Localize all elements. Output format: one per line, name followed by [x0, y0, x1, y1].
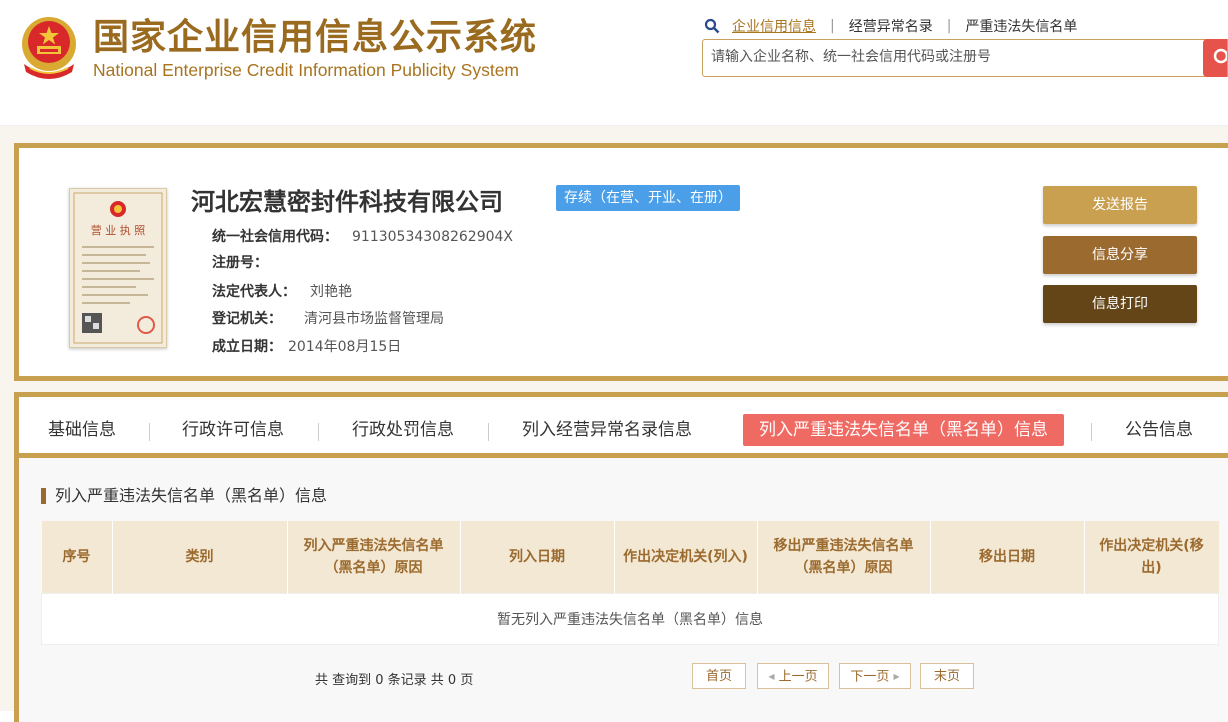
search-box [702, 39, 1228, 77]
send-report-button[interactable]: 发送报告 [1043, 186, 1197, 224]
field-value: 刘艳艳 [310, 284, 352, 300]
field-value: 清河县市场监督管理局 [304, 311, 444, 327]
top-nav: 企业信用信息 | 经营异常名录 | 严重违法失信名单 [704, 16, 1077, 36]
column-header: 作出决定机关(列入) [614, 521, 758, 594]
print-info-button[interactable]: 信息打印 [1043, 285, 1197, 323]
field-label: 登记机关： [212, 311, 282, 327]
site-title-cn: 国家企业信用信息公示系统 [93, 17, 538, 58]
nav-credit-info-link[interactable]: 企业信用信息 [732, 16, 816, 36]
column-header: 移出日期 [930, 521, 1085, 594]
next-page-button[interactable]: 下一页 ▶ [839, 663, 911, 689]
column-header: 作出决定机关(移出) [1084, 521, 1219, 594]
tab-abnormal-list[interactable]: 列入经营异常名录信息 [522, 414, 692, 446]
tab-separator [149, 423, 150, 441]
tab-separator [1091, 423, 1092, 441]
site-title-en: National Enterprise Credit Information P… [93, 60, 520, 80]
field-value: 2014年08月15日 [288, 339, 402, 355]
tab-admin-license[interactable]: 行政许可信息 [182, 414, 284, 446]
company-info-card: 营 业 执 照 河北宏慧密封件科技有限公司 存续（在营、开业、在册） 统一社会信… [14, 143, 1228, 381]
nav-abnormal-list-link[interactable]: 经营异常名录 [849, 16, 933, 36]
site-header: 国家企业信用信息公示系统 National Enterprise Credit … [0, 0, 1228, 126]
column-header: 类别 [112, 521, 288, 594]
search-button[interactable] [1203, 39, 1228, 77]
search-input[interactable] [703, 40, 1209, 74]
company-name: 河北宏慧密封件科技有限公司 [191, 188, 503, 216]
license-document-icon: 营 业 执 照 [73, 192, 163, 344]
info-credit-code: 统一社会信用代码： 91130534308262904X [212, 226, 513, 246]
status-badge: 存续（在营、开业、在册） [556, 185, 740, 211]
chevron-left-icon: ◀ [768, 672, 775, 681]
field-label: 成立日期： [212, 339, 282, 355]
info-reg-authority: 登记机关： 清河县市场监督管理局 [212, 308, 444, 328]
nav-separator: | [946, 18, 952, 34]
column-header: 序号 [41, 521, 113, 594]
search-icon [1213, 48, 1228, 64]
business-license-image[interactable]: 营 业 执 照 [69, 188, 167, 348]
detail-card: 基础信息 行政许可信息 行政处罚信息 列入经营异常名录信息 列入严重违法失信名单… [14, 392, 1228, 722]
field-label: 统一社会信用代码： [212, 229, 338, 245]
table-header-row: 序号 类别 列入严重违法失信名单（黑名单）原因 列入日期 作出决定机关(列入) … [41, 521, 1219, 594]
section-title: 列入严重违法失信名单（黑名单）信息 [41, 488, 327, 504]
nav-separator: | [830, 18, 835, 34]
field-value: 91130534308262904X [352, 229, 514, 245]
tab-bar: 基础信息 行政许可信息 行政处罚信息 列入经营异常名录信息 列入严重违法失信名单… [19, 397, 1228, 458]
national-emblem-icon [22, 17, 76, 79]
share-info-button[interactable]: 信息分享 [1043, 236, 1197, 274]
blacklist-panel: 列入严重违法失信名单（黑名单）信息 序号 类别 列入严重违法失信名单（黑名单）原… [19, 458, 1228, 722]
tab-basic-info[interactable]: 基础信息 [48, 414, 116, 446]
field-label: 注册号： [212, 255, 268, 271]
last-page-button[interactable]: 末页 [920, 663, 974, 689]
prev-page-button[interactable]: ◀ 上一页 [757, 663, 829, 689]
column-header: 移出严重违法失信名单（黑名单）原因 [757, 521, 931, 594]
search-icon [704, 18, 720, 34]
info-established-date: 成立日期： 2014年08月15日 [212, 336, 401, 356]
tab-admin-penalty[interactable]: 行政处罚信息 [352, 414, 454, 446]
tab-separator [318, 423, 319, 441]
pager-summary: 共 查询到 0 条记录 共 0 页 [315, 673, 474, 688]
field-label: 法定代表人： [212, 284, 296, 300]
tab-separator [488, 423, 489, 441]
blacklist-table: 序号 类别 列入严重违法失信名单（黑名单）原因 列入日期 作出决定机关(列入) … [41, 521, 1219, 645]
tab-announcements[interactable]: 公告信息 [1125, 414, 1193, 446]
tab-blacklist[interactable]: 列入严重违法失信名单（黑名单）信息 [743, 414, 1064, 446]
next-page-label: 下一页 [850, 669, 890, 685]
info-reg-number: 注册号： [212, 252, 282, 272]
column-header: 列入严重违法失信名单（黑名单）原因 [287, 521, 461, 594]
empty-message: 暂无列入严重违法失信名单（黑名单）信息 [41, 593, 1219, 645]
prev-page-label: 上一页 [778, 669, 818, 685]
info-legal-rep: 法定代表人： 刘艳艳 [212, 281, 352, 301]
chevron-right-icon: ▶ [893, 672, 900, 681]
nav-blacklist-link[interactable]: 严重违法失信名单 [965, 16, 1077, 36]
first-page-button[interactable]: 首页 [692, 663, 746, 689]
table-row: 暂无列入严重违法失信名单（黑名单）信息 [41, 593, 1219, 645]
license-title: 营 业 执 照 [91, 223, 146, 237]
column-header: 列入日期 [460, 521, 615, 594]
